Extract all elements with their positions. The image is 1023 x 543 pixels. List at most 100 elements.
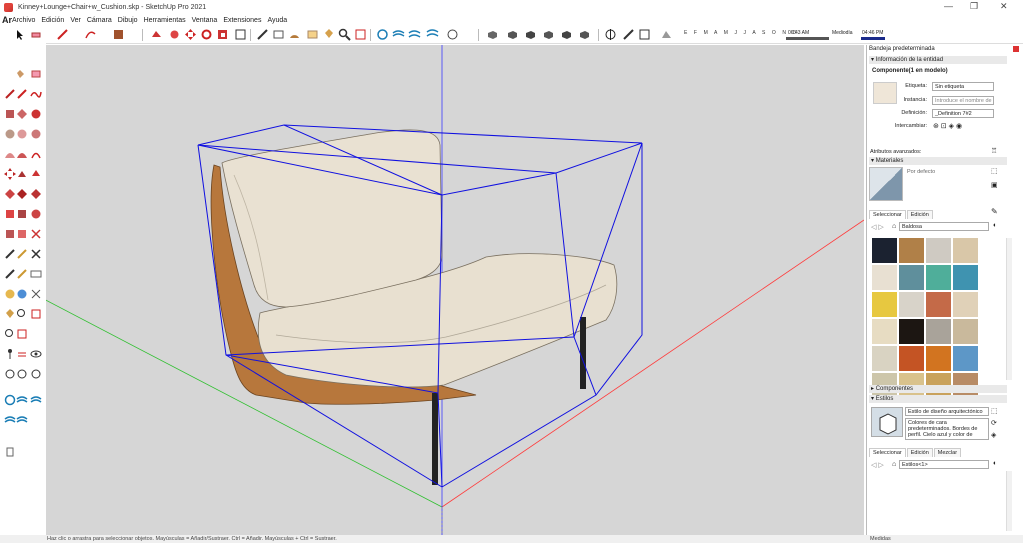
- sandbox-add-detail-icon[interactable]: [4, 414, 16, 426]
- close-button[interactable]: ✕: [1000, 1, 1008, 12]
- materials-header[interactable]: ▾ Materiales: [869, 157, 1007, 165]
- zoom-extents-icon[interactable]: [16, 308, 28, 320]
- circle-tool-icon[interactable]: [30, 108, 42, 120]
- style-settings-icon[interactable]: ◈: [991, 431, 996, 439]
- previous-view-icon[interactable]: [30, 308, 42, 320]
- tab-edicion[interactable]: Edición: [906, 210, 933, 219]
- nav-back-forward-icon[interactable]: ◁ ▷: [871, 461, 884, 469]
- select-tool-icon[interactable]: [14, 29, 26, 41]
- minimize-button[interactable]: —: [944, 1, 953, 11]
- shapes-tool-icon[interactable]: [112, 28, 125, 41]
- arc-3pt-icon[interactable]: [16, 148, 28, 160]
- style-description[interactable]: Colores de cara predeterminados. Bordes …: [905, 418, 989, 440]
- details-icon[interactable]: ◐: [993, 222, 997, 229]
- view-right-icon[interactable]: [542, 28, 555, 41]
- freehand-tool-icon[interactable]: [30, 88, 42, 100]
- walk-icon[interactable]: [4, 288, 16, 300]
- view-iso-icon[interactable]: [486, 28, 499, 41]
- paint-bucket-icon[interactable]: [4, 308, 16, 320]
- menu-dibujo[interactable]: Dibujo: [118, 17, 138, 24]
- dimension-tool-icon[interactable]: [272, 28, 285, 41]
- more-tools-icon[interactable]: [4, 446, 16, 458]
- library-select[interactable]: Baldosa: [899, 222, 989, 231]
- line-tool-icon[interactable]: [16, 88, 28, 100]
- look-around-icon[interactable]: [16, 288, 28, 300]
- view-left-icon[interactable]: [578, 28, 591, 41]
- material-swatch[interactable]: [872, 292, 897, 317]
- tape-measure-icon[interactable]: [4, 208, 16, 220]
- time-slider[interactable]: [786, 37, 829, 40]
- material-swatch[interactable]: [899, 346, 924, 371]
- sandbox-grid-icon[interactable]: [16, 368, 28, 380]
- sandbox-tool-icon[interactable]: [376, 28, 389, 41]
- sandbox-flip-edge-icon[interactable]: [16, 414, 28, 426]
- materials-scrollbar[interactable]: [1006, 238, 1012, 380]
- section-fill-icon[interactable]: [16, 328, 28, 340]
- definition-input[interactable]: _Definition 7#2: [932, 109, 994, 118]
- view-back-icon[interactable]: [560, 28, 573, 41]
- zoom-extents-icon[interactable]: [354, 28, 367, 41]
- menu-camara[interactable]: Cámara: [87, 17, 112, 24]
- material-swatch[interactable]: [899, 292, 924, 317]
- model-scene[interactable]: [46, 45, 864, 535]
- material-swatch[interactable]: [926, 346, 951, 371]
- advanced-icon[interactable]: ♖: [991, 147, 997, 155]
- paint-bucket-tool-icon[interactable]: [322, 28, 335, 41]
- nav-back-forward-icon[interactable]: ◁ ▷: [871, 223, 884, 231]
- styles-scrollbar[interactable]: [1006, 471, 1012, 531]
- zoom-icon[interactable]: [4, 268, 16, 280]
- sandbox-stamp-icon[interactable]: [408, 28, 421, 41]
- home-icon[interactable]: ⌂: [892, 461, 896, 468]
- sandbox-smoove-icon[interactable]: [392, 28, 405, 41]
- axes-icon[interactable]: [16, 228, 28, 240]
- rectangle-tool-icon[interactable]: [4, 108, 16, 120]
- style-name[interactable]: Estilo de diseño arquitectónico: [905, 407, 989, 416]
- eraser-icon[interactable]: [30, 68, 42, 80]
- material-swatch[interactable]: [872, 238, 897, 263]
- arc-2pt-icon[interactable]: [4, 148, 16, 160]
- tab-seleccionar[interactable]: Seleccionar: [869, 210, 906, 219]
- tape-measure-tool-icon[interactable]: [256, 28, 269, 41]
- menu-ayuda[interactable]: Ayuda: [267, 17, 287, 24]
- sandbox-smoove-icon[interactable]: [4, 394, 16, 406]
- 3d-text-icon[interactable]: [30, 228, 42, 240]
- material-swatch[interactable]: [899, 265, 924, 290]
- eyedropper-icon[interactable]: ✎: [991, 207, 998, 216]
- text-tool-icon[interactable]: [306, 28, 319, 41]
- material-swatch[interactable]: [953, 292, 978, 317]
- rotate-tool-icon[interactable]: [30, 168, 42, 180]
- style-library-select[interactable]: Estilos<1>: [899, 460, 989, 469]
- material-swatch[interactable]: [899, 319, 924, 344]
- menu-extensiones[interactable]: Extensiones: [223, 17, 261, 24]
- toggle-icons[interactable]: ⊛ ⊡ ◈ ◉: [933, 122, 962, 130]
- components-header[interactable]: ▸ Componentes: [869, 385, 1007, 393]
- eye-icon[interactable]: [30, 348, 42, 360]
- sample-paint-icon[interactable]: ▣: [991, 181, 998, 189]
- time-slider-end[interactable]: [861, 37, 885, 40]
- material-swatch[interactable]: [953, 346, 978, 371]
- section-icon[interactable]: [4, 328, 16, 340]
- scale-tool-icon[interactable]: [216, 28, 229, 41]
- text-icon[interactable]: [4, 228, 16, 240]
- material-swatch[interactable]: [926, 319, 951, 344]
- home-icon[interactable]: ⌂: [892, 223, 896, 230]
- menu-ventana[interactable]: Ventana: [192, 17, 218, 24]
- months-label[interactable]: E F M A M J J A S O N D: [684, 30, 799, 36]
- pie-icon[interactable]: [30, 148, 42, 160]
- add-location-icon[interactable]: [638, 28, 651, 41]
- rotated-rectangle-icon[interactable]: [16, 108, 28, 120]
- protractor-tool-icon[interactable]: [288, 28, 301, 41]
- pie-tool-icon[interactable]: [30, 128, 42, 140]
- material-swatch[interactable]: [953, 265, 978, 290]
- tab-edicion[interactable]: Edición: [906, 448, 933, 457]
- sandbox-from-scratch-icon[interactable]: [30, 368, 42, 380]
- sandbox-contours-icon[interactable]: [4, 368, 16, 380]
- orbit-tool-icon[interactable]: [4, 248, 16, 260]
- position-camera-icon[interactable]: [30, 288, 42, 300]
- menu-archivo[interactable]: Archivo: [12, 17, 35, 24]
- entity-info-header[interactable]: ▾ Información de la entidad: [869, 56, 1007, 64]
- dimension-icon[interactable]: [16, 208, 28, 220]
- material-swatch[interactable]: [899, 238, 924, 263]
- sandbox-drape-icon[interactable]: [426, 28, 439, 41]
- menu-herramientas[interactable]: Herramientas: [144, 17, 186, 24]
